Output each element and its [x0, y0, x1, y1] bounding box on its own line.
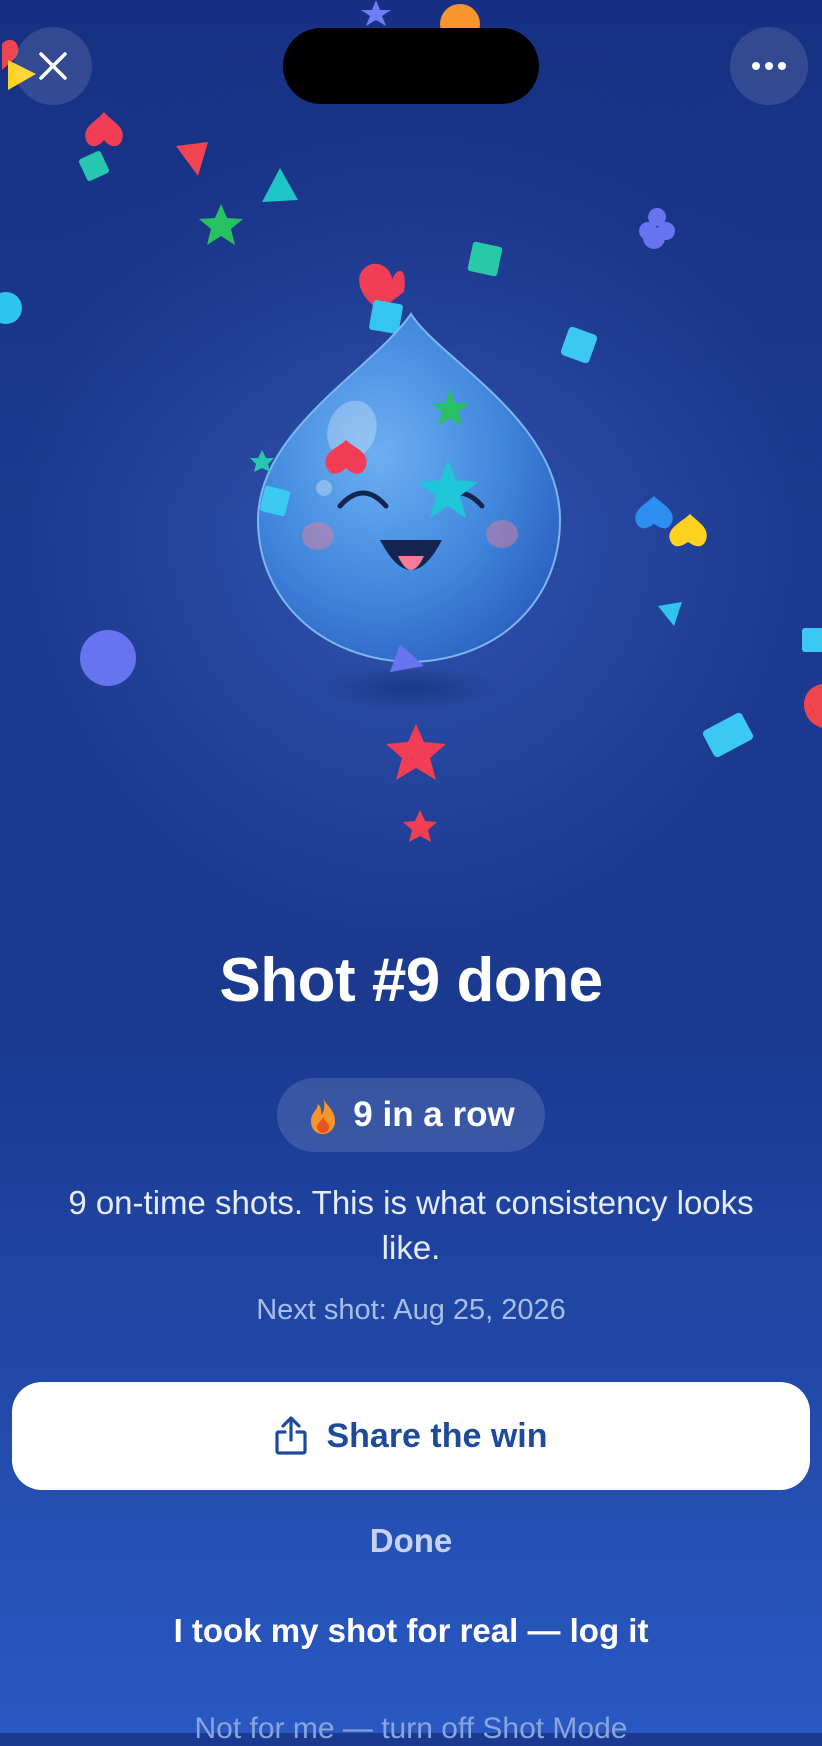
confetti-layer	[0, 0, 822, 842]
confetti-triangle	[658, 602, 682, 626]
confetti-circle	[80, 630, 136, 686]
confetti-star	[199, 204, 243, 245]
confetti-square	[467, 241, 503, 277]
confetti-spade	[325, 440, 367, 474]
confetti-spade	[669, 514, 707, 547]
share-button-label: Share the win	[326, 1416, 548, 1455]
confetti-triangle	[390, 644, 424, 672]
confetti-square	[259, 485, 291, 517]
confetti-star	[250, 450, 274, 472]
streak-badge: 9 in a row	[277, 1078, 545, 1152]
confetti-triangle	[262, 168, 298, 202]
mascot-shadow	[320, 666, 500, 710]
confetti-spade	[85, 112, 123, 147]
share-icon	[275, 1416, 308, 1455]
encouragement-message: 9 on-time shots. This is what consistenc…	[68, 1184, 754, 1266]
confetti-circle	[643, 227, 665, 249]
confetti-square	[802, 628, 822, 652]
next-shot-date: Next shot: Aug 25, 2026	[256, 1294, 566, 1326]
confetti-square	[79, 151, 109, 181]
confetti-square	[560, 326, 598, 364]
water-drop-mascot	[256, 312, 562, 664]
done-button[interactable]: Done	[0, 1522, 822, 1560]
dynamic-island	[283, 28, 539, 104]
confetti-square	[702, 712, 754, 758]
confetti-club	[639, 208, 676, 240]
confetti-square	[369, 300, 403, 334]
confetti-heart	[359, 263, 405, 310]
log-shot-button[interactable]: I took my shot for real — log it	[0, 1612, 822, 1650]
share-button[interactable]: Share the win	[12, 1382, 810, 1490]
close-button[interactable]	[14, 27, 92, 105]
confetti-star	[403, 810, 437, 842]
confetti-circle	[0, 292, 22, 324]
streak-label: 9 in a row	[353, 1095, 515, 1134]
confetti-spade	[635, 496, 673, 529]
close-icon	[39, 52, 67, 80]
confetti-star	[418, 460, 478, 518]
confetti-star	[386, 724, 446, 780]
fire-icon	[311, 1097, 336, 1134]
confetti-triangle	[176, 142, 208, 176]
more-horizontal-icon	[752, 62, 786, 70]
page-title: Shot #9 done	[219, 946, 603, 1015]
more-options-button[interactable]	[730, 27, 808, 105]
confetti-heart	[803, 684, 822, 728]
turn-off-shot-mode-button[interactable]: Not for me — turn off Shot Mode	[0, 1712, 822, 1746]
confetti-star	[361, 0, 391, 26]
confetti-star	[431, 390, 469, 426]
